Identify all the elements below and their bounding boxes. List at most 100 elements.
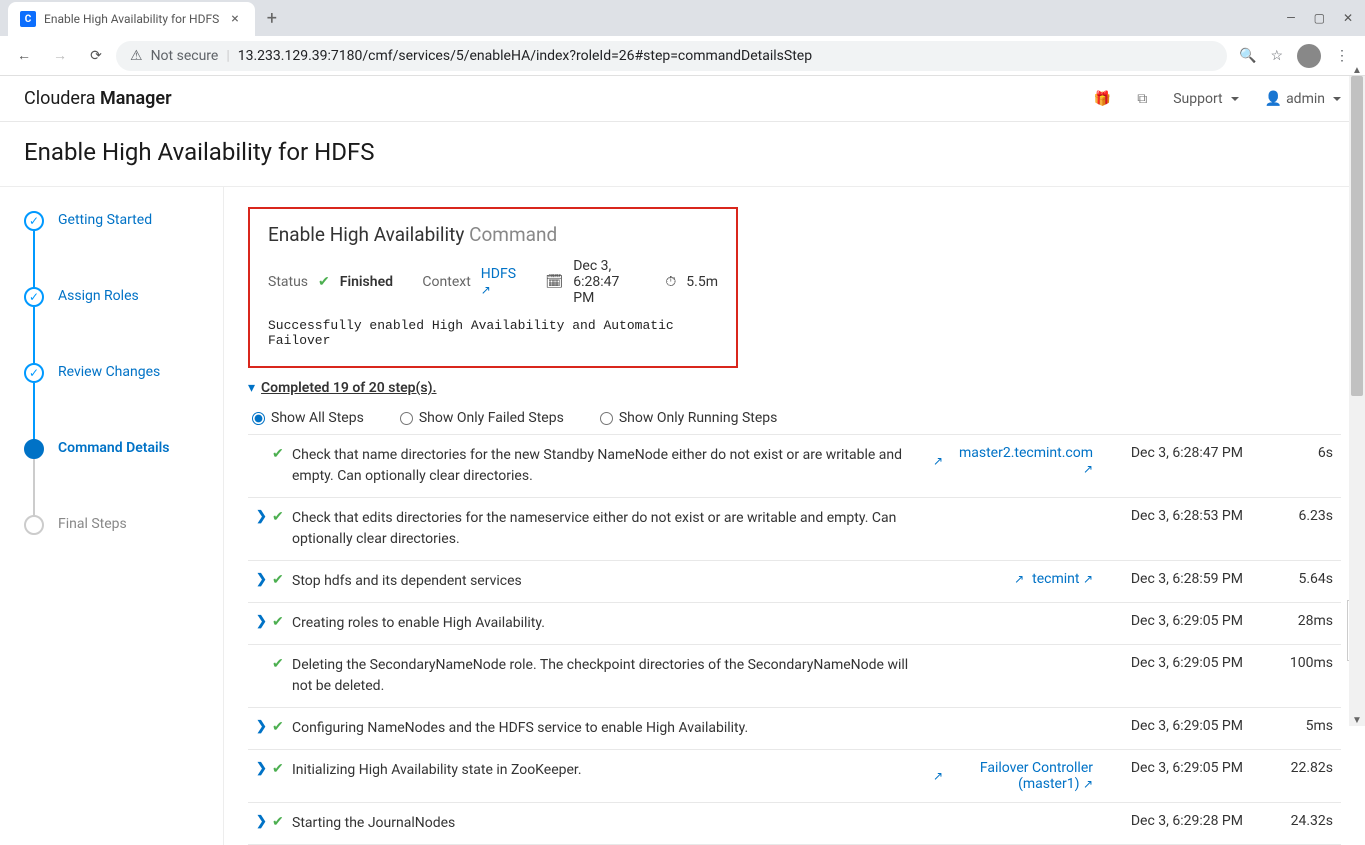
url-bar-row: ← → ⟳ ⚠ Not secure | 13.233.129.39:7180/… [0, 36, 1365, 76]
step-filter: Show All Steps Show Only Failed Steps Sh… [248, 410, 1341, 426]
step-time: Dec 3, 6:28:59 PM [1093, 571, 1243, 587]
step-ok-icon: ✔ [272, 508, 292, 525]
step-final-steps[interactable]: Final Steps [24, 515, 223, 535]
step-duration: 24.32s [1243, 813, 1333, 829]
step-row: ❯✔Check that edits directories for the n… [248, 498, 1341, 561]
step-row: ❯✔Creating roles to enable High Availabi… [248, 603, 1341, 645]
status-value: Finished [340, 274, 393, 290]
step-duration: 100ms [1243, 655, 1333, 671]
step-duration: 6.23s [1243, 508, 1333, 524]
step-ok-icon: ✔ [272, 718, 292, 735]
filter-running[interactable]: Show Only Running Steps [600, 410, 778, 426]
chevron-down-icon: ▾ [248, 380, 255, 396]
step-ok-icon: ✔ [272, 813, 292, 830]
step-time: Dec 3, 6:28:53 PM [1093, 508, 1243, 524]
context-label: Context [422, 274, 470, 290]
nav-reload-button[interactable]: ⟳ [80, 40, 112, 72]
step-link[interactable]: Failover Controller (master1) ↗ [951, 760, 1093, 792]
new-tab-button[interactable]: + [255, 8, 289, 29]
step-duration: 22.82s [1243, 760, 1333, 776]
completed-toggle[interactable]: ▾ Completed 19 of 20 step(s). [248, 380, 1341, 396]
expand-icon[interactable]: ❯ [256, 613, 272, 629]
step-review-changes[interactable]: ✓ Review Changes [24, 363, 223, 383]
expand-icon[interactable]: ❯ [256, 760, 272, 776]
expand-icon[interactable]: ❯ [256, 718, 272, 734]
filter-failed[interactable]: Show Only Failed Steps [400, 410, 564, 426]
step-getting-started[interactable]: ✓ Getting Started [24, 211, 223, 231]
command-duration: 5.5m [686, 274, 718, 290]
step-time: Dec 3, 6:29:05 PM [1093, 760, 1243, 776]
product-logo[interactable]: Cloudera Manager [24, 88, 172, 109]
step-row: ❯✔Stop hdfs and its dependent services ↗ t… [248, 561, 1341, 603]
browser-chrome: C Enable High Availability for HDFS × + … [0, 0, 1365, 76]
pending-step-icon [24, 515, 44, 535]
step-time: Dec 3, 6:29:05 PM [1093, 613, 1243, 629]
step-link[interactable]: master2.tecmint.com ↗ [951, 445, 1093, 477]
step-description: Stop hdfs and its dependent services [292, 571, 933, 592]
step-row: ❯✔Check that name directories for the ne… [248, 435, 1341, 498]
browser-actions: 🔍 ☆ ⋮ [1231, 44, 1357, 68]
step-description: Configuring NameNodes and the HDFS servi… [292, 718, 933, 739]
step-ok-icon: ✔ [272, 571, 292, 588]
step-time: Dec 3, 6:29:28 PM [1093, 813, 1243, 829]
step-row: ❯✔Initializing High Availability state i… [248, 750, 1341, 803]
step-ok-icon: ✔ [272, 655, 292, 672]
window-close-icon[interactable]: ✕ [1343, 11, 1353, 25]
address-bar[interactable]: ⚠ Not secure | 13.233.129.39:7180/cmf/se… [116, 41, 1227, 71]
scroll-thumb[interactable] [1351, 76, 1363, 396]
command-datetime: Dec 3, 6:28:47 PM [573, 258, 639, 306]
parcels-icon[interactable]: 🎁 [1094, 91, 1111, 107]
external-link-icon: ↗ [933, 769, 943, 783]
command-message: Successfully enabled High Availability a… [268, 318, 718, 348]
tab-favicon: C [20, 11, 36, 27]
browser-tab[interactable]: C Enable High Availability for HDFS × [8, 2, 255, 36]
context-link[interactable]: HDFS ↗ [481, 266, 516, 298]
step-row: ❯✔Starting the JournalNodes Dec 3, 6:29:2… [248, 803, 1341, 845]
step-command-details[interactable]: Command Details [24, 439, 223, 459]
filter-all[interactable]: Show All Steps [252, 410, 364, 426]
nav-back-button[interactable]: ← [8, 40, 40, 72]
current-step-icon [24, 439, 44, 459]
step-description: Check that edits directories for the nam… [292, 508, 933, 550]
step-description: Deleting the SecondaryNameNode role. The… [292, 655, 933, 697]
step-assign-roles[interactable]: ✓ Assign Roles [24, 287, 223, 307]
window-minimize-icon[interactable]: ― [1286, 11, 1295, 25]
nav-forward-button[interactable]: → [44, 40, 76, 72]
url-text: 13.233.129.39:7180/cmf/services/5/enable… [238, 48, 812, 64]
step-link[interactable]: tecmint ↗ [1032, 571, 1093, 587]
step-description: Check that name directories for the new … [292, 445, 933, 487]
zoom-icon[interactable]: 🔍 [1239, 48, 1256, 64]
duration-icon: ⏱ [665, 274, 676, 290]
step-ok-icon: ✔ [272, 613, 292, 630]
steps-table: ❯✔Check that name directories for the ne… [248, 434, 1341, 845]
page-title: Enable High Availability for HDFS [0, 122, 1365, 187]
command-title: Enable High Availability Command [268, 223, 718, 246]
security-status: Not secure [151, 48, 219, 64]
running-commands-icon[interactable]: ⧉ [1137, 91, 1147, 107]
external-link-icon: ↗ [481, 283, 491, 297]
support-menu[interactable]: Support [1173, 91, 1238, 107]
profile-avatar[interactable] [1297, 44, 1321, 68]
admin-user-menu[interactable]: 👤 admin [1265, 91, 1341, 107]
window-maximize-icon[interactable]: ▢ [1314, 11, 1325, 25]
expand-icon[interactable]: ❯ [256, 508, 272, 524]
step-ok-icon: ✔ [272, 445, 292, 462]
security-warning-icon: ⚠ [130, 48, 143, 64]
browser-menu-icon[interactable]: ⋮ [1335, 48, 1349, 64]
step-description: Starting the JournalNodes [292, 813, 933, 834]
external-link-icon: ↗ [933, 454, 943, 468]
step-time: Dec 3, 6:29:05 PM [1093, 655, 1243, 671]
status-ok-icon: ✔ [318, 274, 330, 290]
expand-icon[interactable]: ❯ [256, 571, 272, 587]
wizard-stepper: ✓ Getting Started ✓ Assign Roles ✓ Revie… [24, 187, 224, 845]
external-link-icon: ↗ [1014, 572, 1024, 586]
expand-icon[interactable]: ❯ [256, 813, 272, 829]
step-time: Dec 3, 6:28:47 PM [1093, 445, 1243, 461]
window-controls: ― ▢ ✕ [1286, 11, 1365, 25]
cloudera-header: Cloudera Manager 🎁 ⧉ Support 👤 admin [0, 76, 1365, 122]
check-icon: ✓ [24, 363, 44, 383]
bookmark-icon[interactable]: ☆ [1270, 48, 1283, 64]
check-icon: ✓ [24, 211, 44, 231]
scrollbar[interactable]: ▲ ▼ [1349, 76, 1365, 726]
tab-close-icon[interactable]: × [227, 11, 242, 27]
